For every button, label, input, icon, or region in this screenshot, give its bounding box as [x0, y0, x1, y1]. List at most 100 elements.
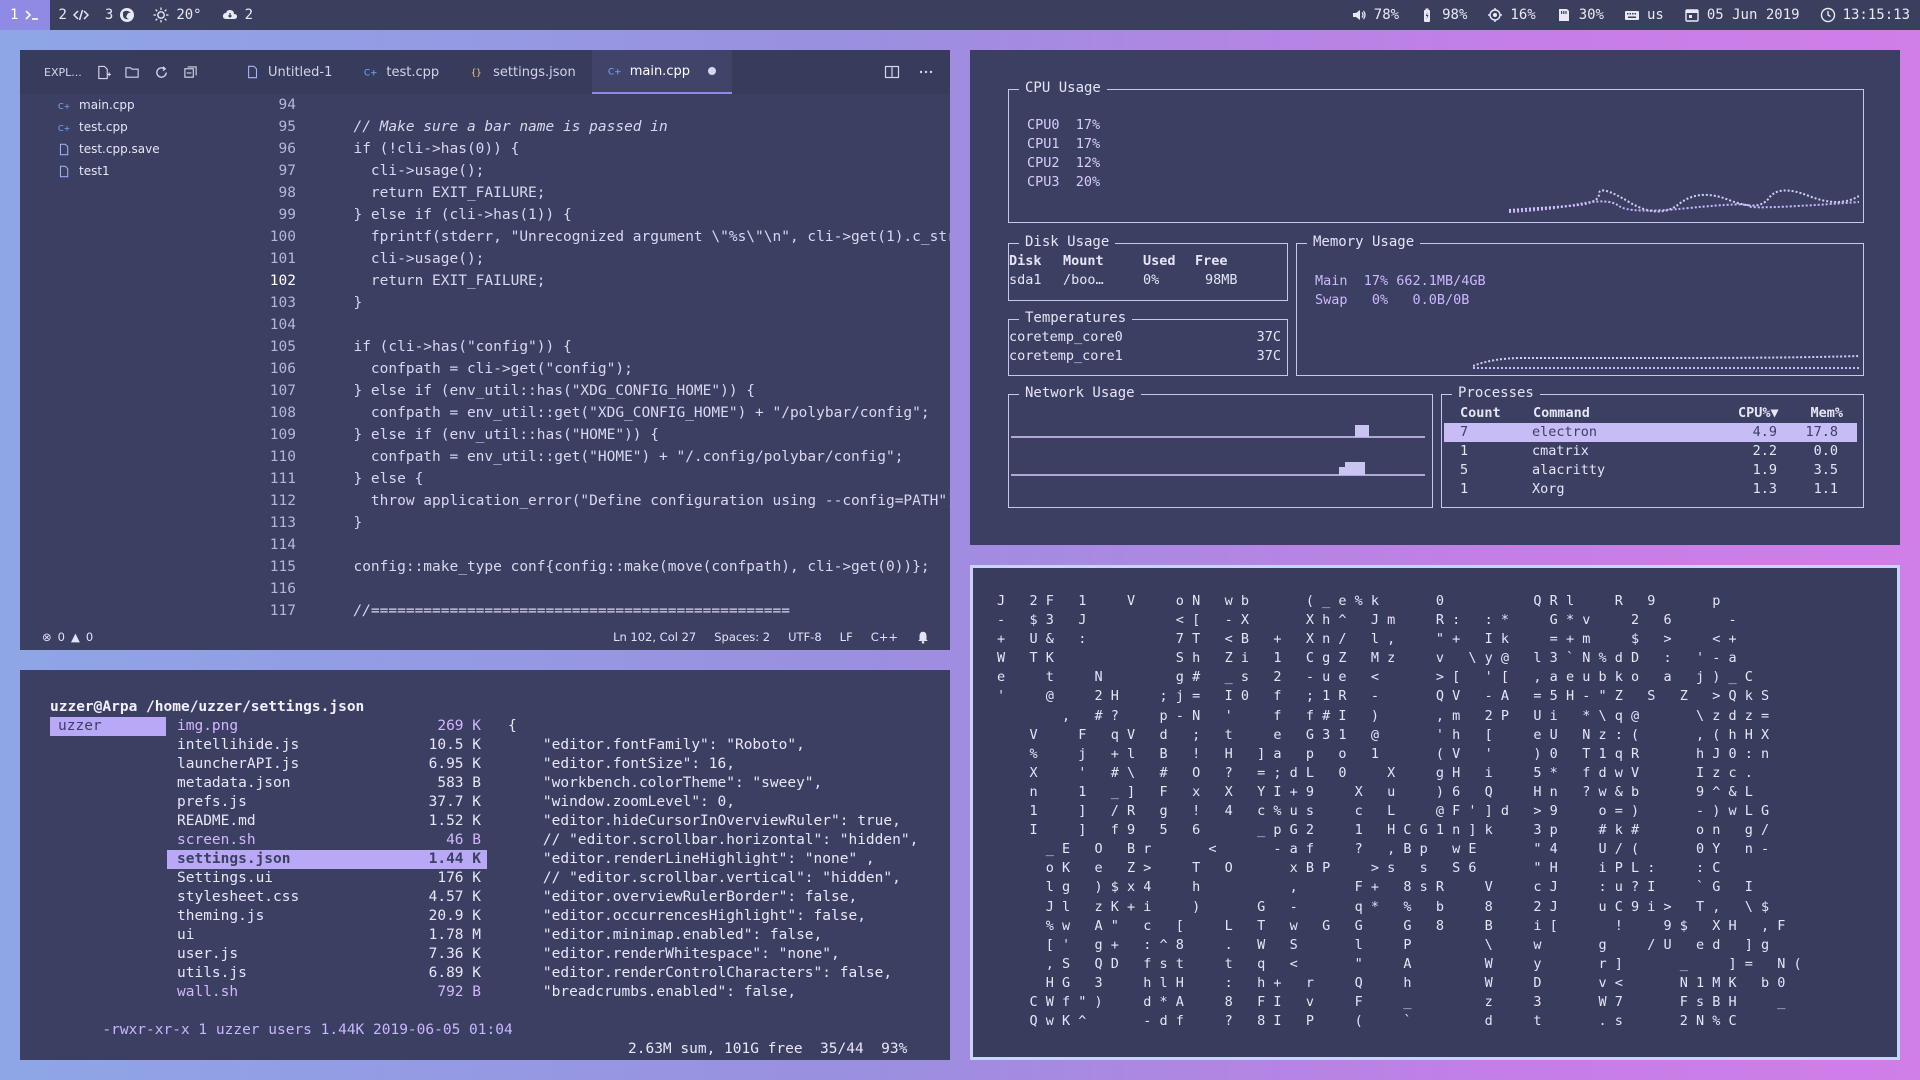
code-text: } else if (env_util::has("XDG_CONFIG_HOM… — [336, 383, 756, 399]
code-text: if (!cli->has(0)) { — [336, 141, 520, 157]
workspace-number: 3 — [104, 7, 114, 23]
proc-cpu: 2.2 — [1752, 443, 1777, 459]
fm-preview-line: "window.zoomLevel": 0, — [508, 794, 735, 810]
code-line[interactable]: 103 } — [230, 292, 950, 314]
fm-file-row[interactable]: launcherAPI.js 6.95 K — [167, 755, 487, 774]
code-line[interactable]: 115 config::make_type conf{config::make(… — [230, 556, 950, 578]
process-row[interactable]: 1 Xorg 1.3 1.1 — [1442, 480, 1863, 499]
unsaved-dot-icon[interactable] — [707, 67, 716, 75]
system-monitor-window: CPU Usage CPU0 17% CPU1 17% CPU2 12% CPU… — [970, 50, 1900, 545]
tab-settings-json[interactable]: {} settings.json — [455, 50, 592, 94]
code-line[interactable]: 94 — [230, 94, 950, 116]
code-line[interactable]: 114 — [230, 534, 950, 556]
code-text: return EXIT_FAILURE; — [336, 273, 546, 289]
code-line[interactable]: 113 } — [230, 512, 950, 534]
process-row[interactable]: 1 cmatrix 2.2 0.0 — [1442, 442, 1863, 461]
code-line[interactable]: 109 } else if (env_util::has("HOME")) { — [230, 424, 950, 446]
refresh-icon[interactable] — [154, 65, 169, 80]
fm-file-row[interactable]: ui 1.78 M — [167, 926, 487, 945]
fm-file-row[interactable]: metadata.json 583 B — [167, 774, 487, 793]
proc-col-count[interactable]: Count — [1460, 404, 1533, 423]
proc-col-mem[interactable]: Mem% — [1798, 404, 1843, 423]
date-widget[interactable]: 05 Jun 2019 — [1674, 0, 1810, 30]
code-line[interactable]: 97 cli->usage(); — [230, 160, 950, 182]
tab-test-cpp[interactable]: C+ test.cpp — [348, 50, 455, 94]
process-row[interactable]: 5 alacritty 1.9 3.5 — [1442, 461, 1863, 480]
temp-sensor: coretemp_core1 — [1009, 348, 1123, 364]
file-icon — [59, 143, 69, 155]
more-actions-icon[interactable] — [918, 64, 934, 80]
fm-file-info: -rwxr-xr-x 1 uzzer users 1.44K 2019-06-0… — [102, 1022, 513, 1038]
proc-cpu: 4.9 — [1752, 424, 1777, 440]
fm-file-row-selected[interactable]: settings.json 1.44 K — [167, 850, 487, 869]
line-ending[interactable]: LF — [840, 630, 853, 644]
code-text: cli->usage(); — [336, 163, 485, 179]
fm-file-row[interactable]: screen.sh 46 B — [167, 831, 487, 850]
tab-untitled-1[interactable]: Untitled-1 — [230, 50, 348, 94]
code-line[interactable]: 100 fprintf(stderr, "Unrecognized argume… — [230, 226, 950, 248]
workspace-3[interactable]: 3 — [97, 0, 143, 30]
split-editor-icon[interactable] — [884, 64, 900, 80]
volume-widget[interactable]: 78% — [1341, 0, 1409, 30]
weather-widget[interactable]: 20° — [143, 0, 211, 30]
code-line[interactable]: 98 return EXIT_FAILURE; — [230, 182, 950, 204]
code-line[interactable]: 95 // Make sure a bar name is passed in — [230, 116, 950, 138]
proc-col-cpu[interactable]: CPU%▼ — [1738, 404, 1798, 423]
fm-file-row[interactable]: wall.sh 792 B — [167, 983, 487, 1002]
cursor-position[interactable]: Ln 102, Col 27 — [613, 630, 696, 644]
fm-file-row[interactable]: img.png 269 K — [167, 717, 487, 736]
fm-file-row[interactable]: Settings.ui 176 K — [167, 869, 487, 888]
problems-indicator[interactable]: ⊗ 0 ▲ 0 — [20, 630, 93, 644]
updates-widget[interactable]: 2 — [212, 0, 263, 30]
explorer-file-test-cpp[interactable]: C+ test.cpp — [20, 116, 230, 138]
process-header-row[interactable]: Count Command CPU%▼ Mem% — [1442, 404, 1863, 423]
workspace-1[interactable]: 1 — [0, 0, 51, 30]
encoding[interactable]: UTF-8 — [788, 630, 822, 644]
code-line[interactable]: 101 cli->usage(); — [230, 248, 950, 270]
network-usage-title: Network Usage — [1019, 385, 1141, 401]
fm-file-row[interactable]: README.md 1.52 K — [167, 812, 487, 831]
code-line[interactable]: 108 confpath = env_util::get("XDG_CONFIG… — [230, 402, 950, 424]
fm-parent-dir[interactable]: uzzer — [50, 717, 166, 736]
code-line[interactable]: 110 confpath = env_util::get("HOME") + "… — [230, 446, 950, 468]
code-line[interactable]: 112 throw application_error("Define conf… — [230, 490, 950, 512]
code-line[interactable]: 106 confpath = cli->get("config"); — [230, 358, 950, 380]
code-line[interactable]: 104 — [230, 314, 950, 336]
time-text: 13:15:13 — [1842, 7, 1910, 23]
fm-file-row[interactable]: utils.js 6.89 K — [167, 964, 487, 983]
clock-widget[interactable]: 13:15:13 — [1810, 0, 1920, 30]
code-text: } else { — [336, 471, 424, 487]
collapse-all-icon[interactable] — [183, 65, 198, 80]
code-line[interactable]: 107 } else if (env_util::has("XDG_CONFIG… — [230, 380, 950, 402]
fm-file-row[interactable]: theming.js 20.9 K — [167, 907, 487, 926]
fm-file-row[interactable]: prefs.js 37.7 K — [167, 793, 487, 812]
code-line[interactable]: 105 if (cli->has("config")) { — [230, 336, 950, 358]
cmatrix-terminal-window[interactable]: J 2 F 1 V o N w b ( _ e % k 0 Q R l R 9 … — [970, 565, 1900, 1060]
indentation[interactable]: Spaces: 2 — [714, 630, 770, 644]
workspace-2[interactable]: 2 — [50, 0, 96, 30]
explorer-file-main-cpp[interactable]: C+ main.cpp — [20, 94, 230, 116]
explorer-file-test1[interactable]: test1 — [20, 160, 230, 182]
code-line[interactable]: 117 //==================================… — [230, 600, 950, 622]
fm-file-row[interactable]: intellihide.js 10.5 K — [167, 736, 487, 755]
fm-file-row[interactable]: user.js 7.36 K — [167, 945, 487, 964]
code-line[interactable]: 99 } else if (cli->has(1)) { — [230, 204, 950, 226]
code-area[interactable]: 94 95 // Make sure a bar name is passed i… — [230, 94, 950, 624]
new-folder-icon[interactable] — [125, 65, 140, 80]
code-line[interactable]: 102 return EXIT_FAILURE; — [230, 270, 950, 292]
fm-file-row[interactable]: stylesheet.css 4.57 K — [167, 888, 487, 907]
keyboard-widget[interactable]: us — [1614, 0, 1674, 30]
code-line[interactable]: 116 — [230, 578, 950, 600]
code-text: } else if (env_util::has("HOME")) { — [336, 427, 660, 443]
cpu-value: 12% — [1075, 155, 1101, 171]
language-mode[interactable]: C++ — [871, 630, 898, 644]
code-line[interactable]: 96 if (!cli->has(0)) { — [230, 138, 950, 160]
cpu-value: 17% — [1075, 136, 1101, 152]
bell-icon[interactable] — [916, 630, 930, 644]
process-row-selected[interactable]: 7 electron 4.9 17.8 — [1444, 423, 1857, 442]
new-file-icon[interactable] — [96, 65, 111, 80]
code-line[interactable]: 111 } else { — [230, 468, 950, 490]
explorer-file-test-cpp-save[interactable]: test.cpp.save — [20, 138, 230, 160]
tab-main-cpp[interactable]: C+ main.cpp — [591, 50, 732, 94]
proc-col-command[interactable]: Command — [1533, 404, 1738, 423]
